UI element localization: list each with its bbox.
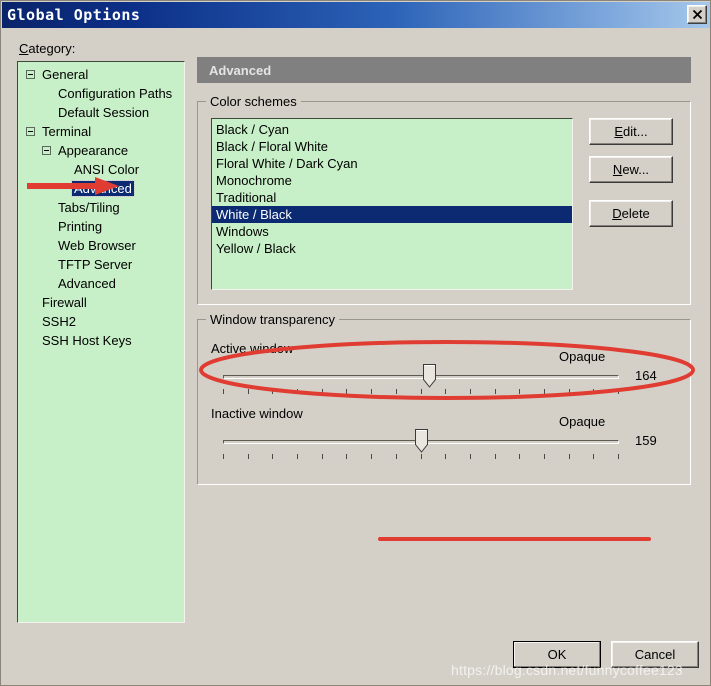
tree-item-label: TFTP Server — [58, 257, 133, 272]
slider-track[interactable] — [223, 375, 619, 379]
category-label: Category: — [19, 41, 75, 56]
color-scheme-item[interactable]: White / Black — [212, 206, 572, 223]
slider-ticks — [223, 454, 619, 460]
edit-button[interactable]: Edit... — [589, 118, 673, 145]
slider-caption: Active window — [211, 341, 294, 356]
tree-item-configuration-paths[interactable]: Configuration Paths — [18, 84, 184, 103]
tree-item-label: Advanced — [71, 180, 135, 197]
window-transparency-group-title: Window transparency — [206, 312, 339, 327]
tree-item-ssh2[interactable]: SSH2 — [18, 312, 184, 331]
tree-item-default-session[interactable]: Default Session — [18, 103, 184, 122]
tree-item-label: Firewall — [42, 295, 87, 310]
color-scheme-item[interactable]: Monochrome — [212, 172, 572, 189]
delete-button-mnemonic: D — [612, 206, 622, 221]
color-scheme-item[interactable]: Traditional — [212, 189, 572, 206]
color-scheme-item[interactable]: Black / Floral White — [212, 138, 572, 155]
tree-item-web-browser[interactable]: Web Browser — [18, 236, 184, 255]
tree-item-label: Tabs/Tiling — [58, 200, 120, 215]
edit-button-mnemonic: E — [614, 124, 624, 139]
new-button[interactable]: New... — [589, 156, 673, 183]
slider-thumb[interactable] — [415, 429, 428, 453]
tree-item-label: SSH Host Keys — [42, 333, 132, 348]
tree-item-label: Default Session — [58, 105, 150, 120]
tree-expander-minus-icon[interactable] — [26, 127, 35, 136]
cancel-button-label: Cancel — [634, 647, 676, 662]
slider-thumb[interactable] — [423, 364, 436, 388]
color-schemes-group-title: Color schemes — [206, 94, 301, 109]
tree-item-firewall[interactable]: Firewall — [18, 293, 184, 312]
slider-end-label: Opaque — [559, 349, 606, 364]
tree-item-tftp-server[interactable]: TFTP Server — [18, 255, 184, 274]
color-scheme-item[interactable]: Floral White / Dark Cyan — [212, 155, 572, 172]
slider-end-label: Opaque — [559, 414, 606, 429]
tree-item-general[interactable]: General — [18, 65, 184, 84]
tree-item-label: Web Browser — [58, 238, 136, 253]
color-scheme-item[interactable]: Yellow / Black — [212, 240, 572, 257]
slider-value: 159 — [635, 433, 657, 448]
content-header: Advanced — [197, 57, 691, 83]
tree-item-label: General — [42, 67, 89, 82]
tree-item-label: Advanced — [58, 276, 116, 291]
close-button[interactable] — [687, 5, 707, 24]
tree-item-tabs-tiling[interactable]: Tabs/Tiling — [18, 198, 184, 217]
delete-button-label: elete — [621, 206, 650, 221]
page-title: Advanced — [209, 62, 272, 78]
new-button-mnemonic: N — [612, 162, 623, 177]
tree-expander-minus-icon[interactable] — [26, 70, 35, 79]
tree-item-advanced[interactable]: Advanced — [18, 274, 184, 293]
color-schemes-listbox[interactable]: Black / Cyan Black / Floral White Floral W… — [211, 118, 573, 290]
tree-item-label: Terminal — [42, 124, 92, 139]
tree-item-ansi-color[interactable]: ANSI Color — [18, 160, 184, 179]
slider-ticks — [223, 389, 619, 395]
tree-item-label: Appearance — [58, 143, 129, 158]
tree-item-appearance[interactable]: Appearance — [18, 141, 184, 160]
tree-item-ssh-host-keys[interactable]: SSH Host Keys — [18, 331, 184, 350]
ok-button-label: OK — [547, 647, 567, 662]
slider-caption: Inactive window — [211, 406, 303, 421]
category-label-rest: ategory: — [28, 41, 76, 56]
tree-item-label: Configuration Paths — [58, 86, 173, 101]
tree-item-printing[interactable]: Printing — [18, 217, 184, 236]
edit-button-label: dit... — [623, 124, 648, 139]
category-tree[interactable]: General Configuration Paths Default Sessio… — [17, 61, 185, 623]
tree-expander-minus-icon[interactable] — [42, 146, 51, 155]
delete-button[interactable]: Delete — [589, 200, 673, 227]
tree-item-advanced[interactable]: Advanced — [18, 179, 184, 198]
tree-item-terminal[interactable]: Terminal — [18, 122, 184, 141]
tree-item-label: ANSI Color — [74, 162, 140, 177]
category-label-mnemonic: C — [19, 41, 29, 56]
global-options-dialog: Global Options Category: General Configur… — [0, 0, 711, 686]
watermark: https://blog.csdn.net/funnycoffee123 — [451, 662, 683, 678]
slider-value: 164 — [635, 368, 657, 383]
tree-item-label: SSH2 — [42, 314, 76, 329]
color-scheme-item[interactable]: Black / Cyan — [212, 121, 572, 138]
new-button-label: ew... — [622, 162, 650, 177]
tree-item-label: Printing — [58, 219, 103, 234]
color-scheme-item[interactable]: Windows — [212, 223, 572, 240]
close-x-icon — [692, 9, 703, 20]
window-title: Global Options — [7, 6, 141, 24]
title-bar: Global Options — [2, 2, 710, 28]
